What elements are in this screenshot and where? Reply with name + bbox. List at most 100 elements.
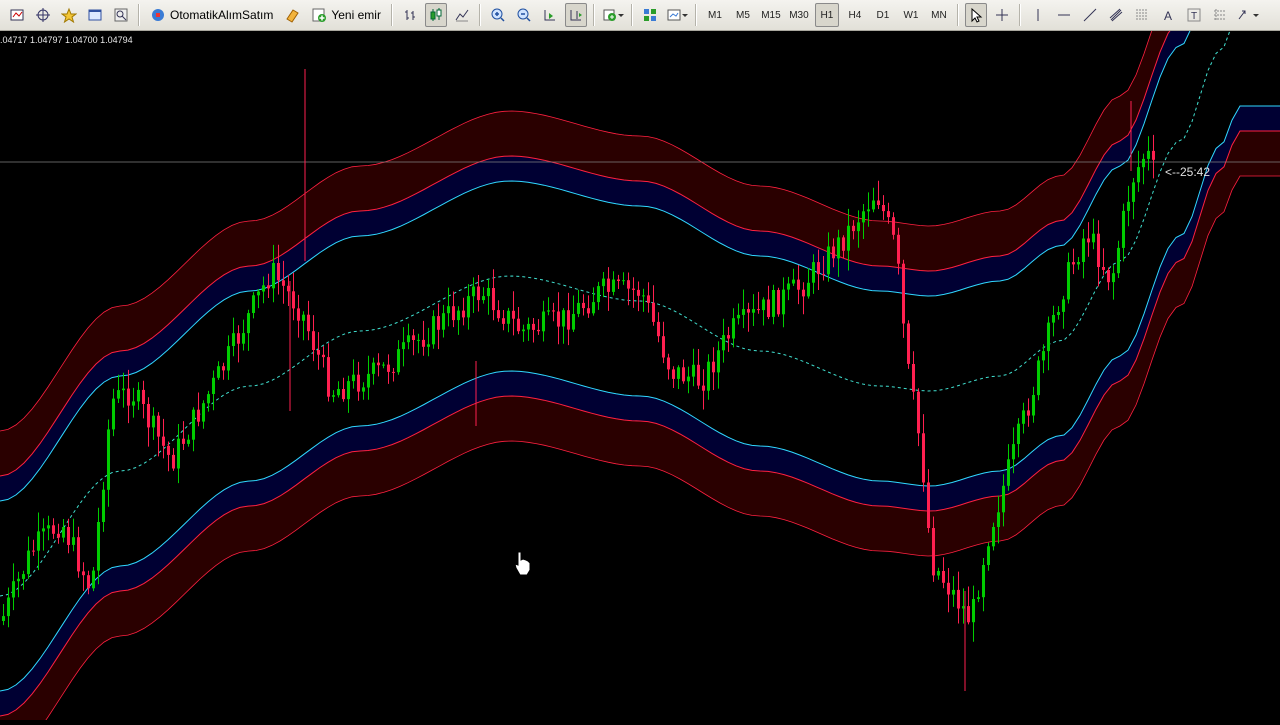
candle-body <box>522 329 525 332</box>
timeframe-m1[interactable]: M1 <box>703 3 727 27</box>
candle-body <box>807 282 810 297</box>
candle-body <box>577 302 580 314</box>
zoom-out-icon[interactable] <box>513 3 535 27</box>
line-chart-icon[interactable] <box>451 3 473 27</box>
crosshair-icon[interactable] <box>991 3 1013 27</box>
candle-body <box>1037 360 1040 396</box>
candle-body <box>857 222 860 232</box>
candle-body <box>692 364 695 377</box>
candle-body <box>352 374 355 382</box>
text-icon[interactable]: A <box>1157 3 1179 27</box>
timeframe-mn[interactable]: MN <box>927 3 951 27</box>
candle-body <box>187 439 190 444</box>
periods-icon[interactable] <box>639 3 661 27</box>
candle-body <box>627 280 630 289</box>
autotrade-button[interactable]: OtomatikAlımSatım <box>146 3 277 27</box>
timeframe-d1[interactable]: D1 <box>871 3 895 27</box>
timeframe-m5[interactable]: M5 <box>731 3 755 27</box>
cursor-icon[interactable] <box>964 3 987 27</box>
chart-shift-icon[interactable] <box>564 3 587 27</box>
crosshair-move-icon[interactable] <box>32 3 54 27</box>
candle-body <box>887 211 890 218</box>
candle-body <box>852 225 855 232</box>
channel-icon[interactable] <box>1105 3 1127 27</box>
trendline-icon[interactable] <box>1079 3 1101 27</box>
candle-body <box>457 310 460 321</box>
timeframe-m15[interactable]: M15 <box>759 3 783 27</box>
timeframe-h4[interactable]: H4 <box>843 3 867 27</box>
candle-body <box>332 395 335 397</box>
candle-body <box>292 291 295 309</box>
candle-body <box>572 314 575 330</box>
timeframe-m30[interactable]: M30 <box>787 3 811 27</box>
vertical-line-icon[interactable] <box>1027 3 1049 27</box>
candle-body <box>402 342 405 350</box>
candle-body <box>1007 459 1010 486</box>
candle-body <box>367 373 370 388</box>
candle-body <box>112 398 115 430</box>
candle-body <box>1067 262 1070 300</box>
new-order-button[interactable]: Yeni emir <box>307 3 385 27</box>
timeframe-w1[interactable]: W1 <box>899 3 923 27</box>
candle-body <box>102 489 105 522</box>
candle-body <box>262 285 265 292</box>
candle-body <box>182 438 185 444</box>
timeframe-h1[interactable]: H1 <box>814 3 839 27</box>
candle-body <box>467 296 470 318</box>
candle-body <box>257 291 260 296</box>
candle-body <box>77 537 80 572</box>
fibonacci-icon[interactable] <box>1131 3 1153 27</box>
candle-body <box>747 309 750 313</box>
chart-canvas[interactable] <box>0 0 1280 725</box>
candle-body <box>652 302 655 322</box>
autoscroll-icon[interactable] <box>539 3 561 27</box>
autotrade-icon <box>152 9 164 21</box>
gann-icon[interactable] <box>1209 3 1231 27</box>
candle-body <box>57 533 60 538</box>
candle-body <box>137 389 140 402</box>
candle-body <box>437 316 440 330</box>
candle-body <box>372 362 375 374</box>
candle-body <box>977 597 980 599</box>
candle-body <box>897 234 900 264</box>
candle-body <box>87 575 90 589</box>
indicators-icon[interactable] <box>601 3 625 27</box>
zoom-in-icon[interactable] <box>487 3 509 27</box>
candle-body <box>1097 233 1100 267</box>
arrows-icon[interactable] <box>1235 3 1261 27</box>
bar-chart-icon[interactable] <box>399 3 421 27</box>
candle-body <box>37 531 40 551</box>
candle-body <box>357 374 360 392</box>
candle-body <box>767 299 770 317</box>
candle-body <box>267 285 270 289</box>
new-chart-button[interactable] <box>6 3 28 27</box>
metaeditor-icon[interactable] <box>281 3 303 27</box>
window-icon[interactable] <box>84 3 106 27</box>
candle-body <box>1107 270 1110 283</box>
candle-body <box>982 565 985 598</box>
candle-body <box>537 329 540 332</box>
price-chart[interactable]: .04717 1.04797 1.04700 1.04794 <--25:42 <box>0 0 1280 725</box>
candle-body <box>277 263 280 281</box>
candlestick-icon[interactable] <box>424 3 447 27</box>
candle-body <box>872 200 875 210</box>
candle-body <box>947 582 950 595</box>
candle-body <box>337 389 340 396</box>
templates-icon[interactable] <box>665 3 689 27</box>
candle-body <box>797 279 800 290</box>
tester-icon[interactable] <box>110 3 132 27</box>
candle-body <box>422 339 425 347</box>
candle-body <box>997 512 1000 527</box>
candle-body <box>567 310 570 330</box>
candle-body <box>177 438 180 469</box>
toolbar: OtomatikAlımSatım Yeni emir M1 M5 M15 M3… <box>0 0 1280 31</box>
horizontal-line-icon[interactable] <box>1053 3 1075 27</box>
candle-body <box>777 290 780 315</box>
candle-body <box>62 527 65 538</box>
text-label-icon[interactable]: T <box>1183 3 1205 27</box>
candle-body <box>1082 238 1085 262</box>
candle-body <box>297 308 300 321</box>
candle-body <box>82 571 85 576</box>
favorites-icon[interactable] <box>58 3 80 27</box>
candle-body <box>122 388 125 391</box>
